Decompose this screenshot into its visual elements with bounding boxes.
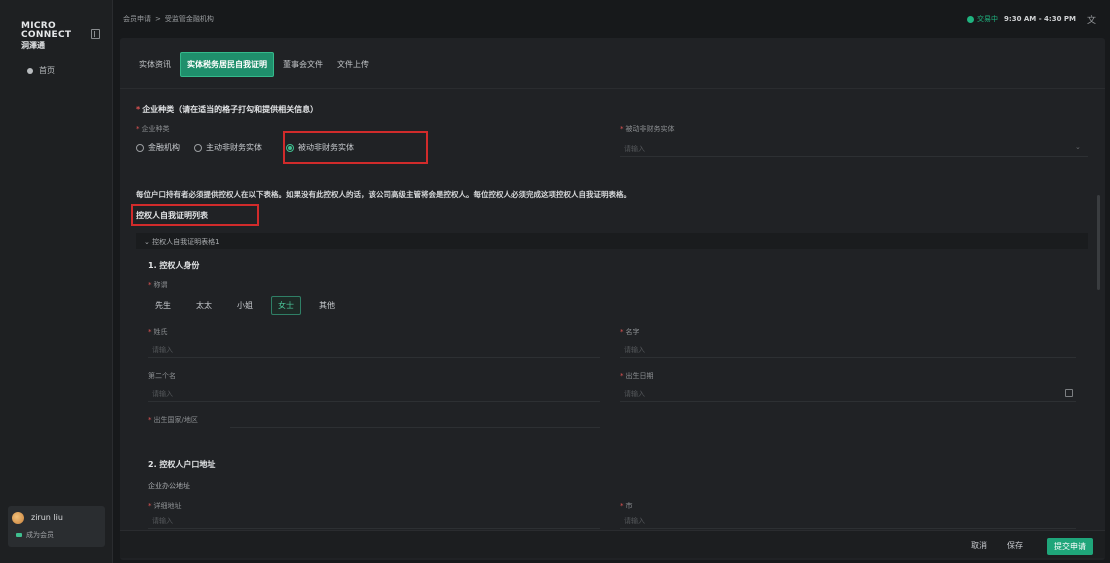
field-label-text: 称谓: [153, 281, 168, 289]
salutation-ms[interactable]: 女士: [271, 296, 301, 315]
required-mark: *: [136, 125, 140, 133]
salutation-other[interactable]: 其他: [312, 296, 342, 315]
submit-button[interactable]: 提交申请: [1047, 538, 1093, 555]
field-label-text: 姓氏: [153, 328, 168, 336]
surname-input[interactable]: 请输入: [148, 341, 600, 358]
detail-address-label: * 详细地址: [148, 501, 182, 511]
salutation-miss[interactable]: 小姐: [230, 296, 260, 315]
status-icon: [967, 15, 975, 23]
radio-financial-institution[interactable]: 金融机构: [136, 142, 180, 153]
logo-line3: 洞澤通: [21, 41, 45, 50]
avatar: [12, 512, 24, 524]
birth-country-select[interactable]: [230, 411, 600, 428]
accordion-header[interactable]: ⌄ 控权人自我证明表格1: [136, 233, 1088, 249]
market-status: 交易中 9:30 AM - 4:30 PM: [967, 14, 1076, 24]
entity-type-label: * 企业种类: [136, 124, 170, 134]
highlight-box: [283, 131, 428, 164]
salutation-label: * 称谓: [148, 280, 168, 290]
topbar: 会员申请 > 受监管金融机构 交易中 9:30 AM - 4:30 PM 文: [113, 0, 1110, 33]
section-title-text: 企业种类（请在适当的格子打勾和提供相关信息）: [142, 105, 319, 114]
accordion-label: 控权人自我证明表格1: [152, 238, 220, 246]
collapse-sidebar-icon[interactable]: [91, 29, 100, 39]
highlight-box: [131, 204, 259, 226]
breadcrumb-item[interactable]: 会员申请: [123, 15, 151, 23]
home-icon: [27, 67, 33, 74]
user-name: zirun liu: [31, 513, 63, 522]
become-member-link[interactable]: 成为会员: [16, 530, 54, 540]
middle-name-label: 第二个名: [148, 372, 176, 380]
user-panel[interactable]: zirun liu 成为会员: [8, 506, 105, 547]
radio-icon: [136, 143, 144, 152]
logo: MICRO CONNECT 洞澤通: [21, 22, 72, 51]
tab-entity-info[interactable]: 实体资讯: [134, 54, 176, 75]
field-label-text: 出生日期: [625, 372, 654, 380]
radio-label: 金融机构: [148, 143, 180, 152]
status-label: 交易中: [977, 15, 999, 23]
logo-line2: CONNECT: [21, 30, 72, 40]
dob-input[interactable]: 请输入: [620, 385, 1076, 402]
office-address-label: 企业办公地址: [148, 482, 190, 490]
calendar-icon[interactable]: [1065, 389, 1073, 397]
footer-bar: 取消 保存 提交申请: [120, 530, 1105, 558]
tab-bar: 实体资讯 实体税务居民自我证明 董事会文件 文件上传: [134, 52, 378, 77]
field-label-text: 名字: [625, 328, 640, 336]
member-label: 成为会员: [26, 531, 54, 539]
breadcrumb: 会员申请 > 受监管金融机构: [123, 14, 214, 24]
required-mark: *: [148, 281, 152, 289]
tab-file-upload[interactable]: 文件上传: [332, 54, 374, 75]
salutation-group: 先生 太太 小姐 女士 其他: [148, 296, 353, 315]
language-icon[interactable]: 文: [1087, 13, 1096, 26]
dob-label: * 出生日期: [620, 371, 654, 381]
field-label-text: 详细地址: [153, 502, 182, 510]
controller-notice: 每位户口持有者必须提供控权人在以下表格。如果没有此控权人的话，该公司高级主管将会…: [136, 190, 631, 199]
city-label: * 市: [620, 501, 633, 511]
chevron-down-icon[interactable]: ⌄: [1075, 143, 1081, 151]
surname-label: * 姓氏: [148, 327, 168, 337]
sidebar: MICRO CONNECT 洞澤通 首页 zirun liu 成为会员: [0, 0, 113, 563]
salutation-mr[interactable]: 先生: [148, 296, 178, 315]
address-section-title: 2. 控权人户口地址: [148, 460, 216, 469]
identity-section-title: 1. 控权人身份: [148, 261, 200, 270]
passive-nfe-select[interactable]: 请输入: [620, 140, 1088, 157]
breadcrumb-item: 受监管金融机构: [164, 15, 214, 23]
required-mark: *: [620, 502, 624, 510]
sidebar-item-label: 首页: [39, 66, 55, 75]
save-button[interactable]: 保存: [1001, 538, 1029, 553]
radio-label: 主动非财务实体: [206, 143, 262, 152]
given-name-label: * 名字: [620, 327, 640, 337]
entity-type-section-title: * 企业种类（请在适当的格子打勾和提供相关信息）: [136, 104, 318, 115]
divider: [120, 88, 1105, 89]
field-label-text: 市: [625, 502, 633, 510]
required-mark: *: [148, 328, 152, 336]
member-icon: [16, 533, 22, 537]
breadcrumb-separator: >: [155, 15, 161, 23]
required-mark: *: [620, 372, 624, 380]
trading-hours: 9:30 AM - 4:30 PM: [1004, 15, 1076, 23]
radio-active-nfe[interactable]: 主动非财务实体: [194, 142, 262, 153]
required-mark: *: [136, 105, 141, 114]
given-name-input[interactable]: 请输入: [620, 341, 1076, 358]
required-mark: *: [620, 125, 624, 133]
required-mark: *: [620, 328, 624, 336]
tab-tax-self-cert[interactable]: 实体税务居民自我证明: [180, 52, 274, 77]
cancel-button[interactable]: 取消: [965, 538, 993, 553]
app-root: MICRO CONNECT 洞澤通 首页 zirun liu 成为会员 会员申请…: [0, 0, 1110, 563]
middle-name-input[interactable]: 请输入: [148, 385, 600, 402]
tab-board-documents[interactable]: 董事会文件: [278, 54, 328, 75]
required-mark: *: [148, 502, 152, 510]
field-label-text: 出生国家/地区: [153, 416, 198, 424]
chevron-down-icon: ⌄: [144, 238, 153, 246]
field-label-text: 被动非财务实体: [625, 125, 675, 133]
field-label-text: 企业种类: [141, 125, 170, 133]
passive-nfe-label: * 被动非财务实体: [620, 124, 675, 134]
main-panel: 实体资讯 实体税务居民自我证明 董事会文件 文件上传 * 企业种类（请在适当的格子…: [120, 38, 1105, 560]
city-input[interactable]: 请输入: [620, 512, 1076, 529]
radio-icon: [194, 143, 202, 152]
sidebar-item-home[interactable]: 首页: [27, 65, 55, 76]
scrollbar[interactable]: [1097, 195, 1100, 290]
birth-country-label: * 出生国家/地区: [148, 415, 198, 425]
required-mark: *: [148, 416, 152, 424]
salutation-mrs[interactable]: 太太: [189, 296, 219, 315]
detail-address-input[interactable]: 请输入: [148, 512, 600, 529]
